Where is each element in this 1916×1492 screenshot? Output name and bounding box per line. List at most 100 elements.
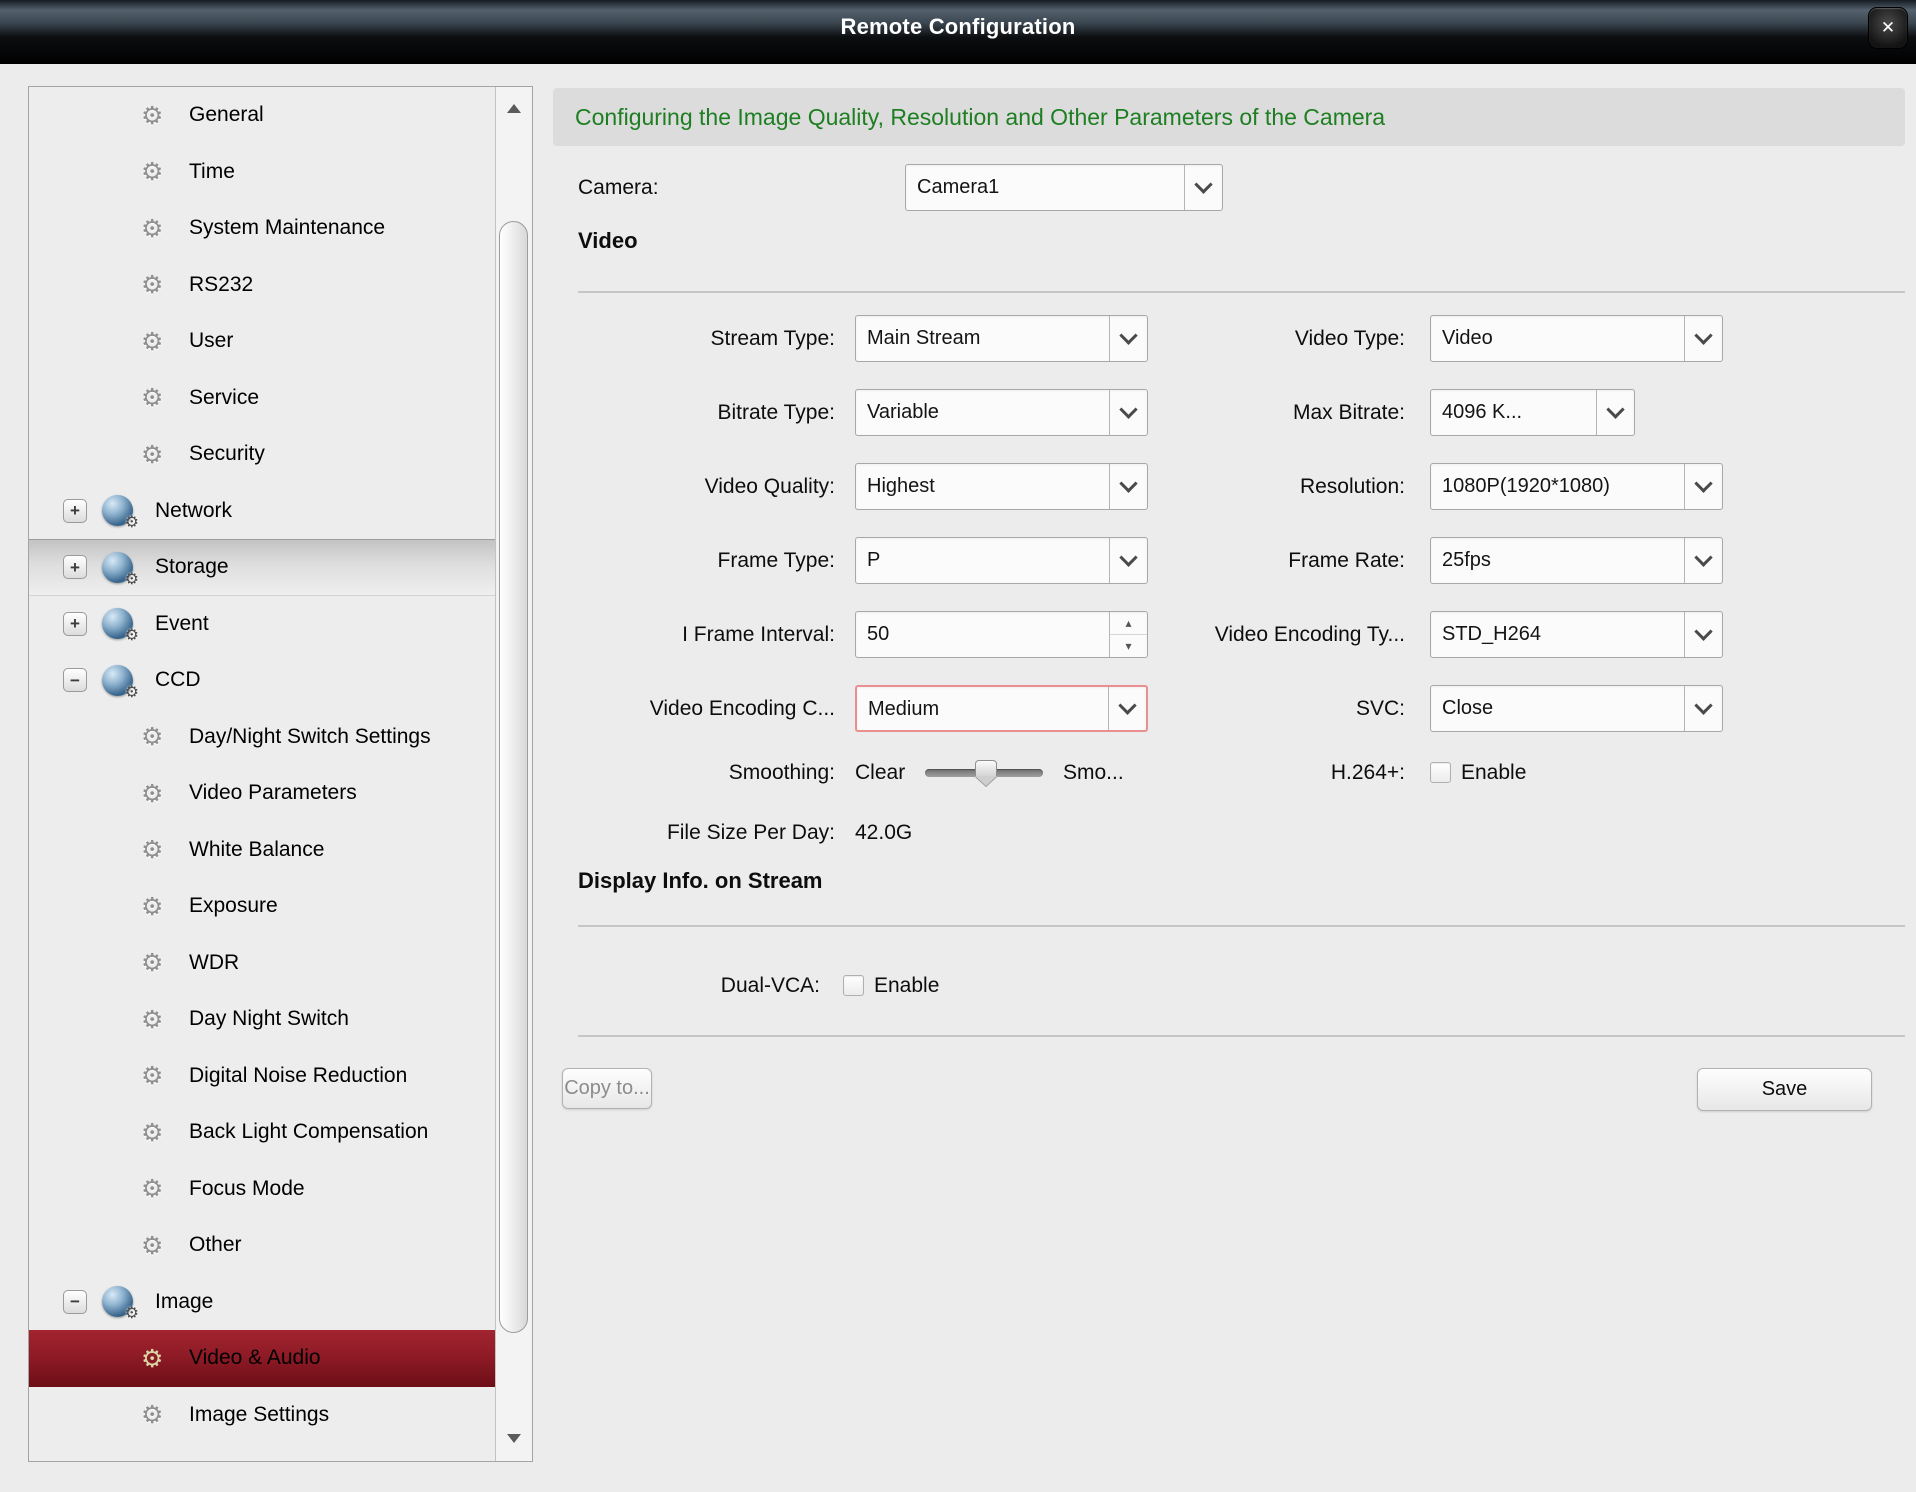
save-button[interactable]: Save <box>1697 1068 1872 1111</box>
chevron-down-icon <box>1684 612 1722 657</box>
sidebar-item-video-audio-selected[interactable]: ⚙ Video & Audio <box>29 1330 495 1387</box>
form-row: Video Quality: Highest Resolution: 1080P… <box>0 463 1916 510</box>
gear-icon: ⚙ <box>141 1344 189 1373</box>
gear-icon: ⚙ <box>141 1005 189 1034</box>
sidebar-item-image-settings[interactable]: ⚙ Image Settings <box>29 1387 495 1444</box>
sidebar-item-general[interactable]: ⚙ General <box>29 87 495 144</box>
dual-vca-row: Dual-VCA: Enable <box>0 962 1916 1009</box>
gear-icon: ⚙ <box>141 1174 189 1203</box>
video-type-select[interactable]: Video <box>1430 315 1723 362</box>
close-icon: ✕ <box>1881 18 1895 38</box>
smoothing-label: Smoothing: <box>553 749 835 796</box>
display-info-title: Display Info. on Stream <box>578 868 823 894</box>
titlebar: Remote Configuration ✕ <box>0 0 1916 64</box>
form-row: Frame Type: P Frame Rate: 25fps <box>0 537 1916 584</box>
sidebar-item-label: General <box>189 103 264 127</box>
h264plus-enable-group: Enable <box>1430 749 1526 796</box>
sidebar-item-image[interactable]: − ⚙ Image <box>29 1274 495 1331</box>
h264plus-enable-checkbox[interactable] <box>1430 762 1451 783</box>
camera-row: Camera: Camera1 <box>0 164 1916 211</box>
dual-vca-label: Dual-VCA: <box>553 962 820 1009</box>
form-row: Bitrate Type: Variable Max Bitrate: 4096… <box>0 389 1916 436</box>
resolution-select[interactable]: 1080P(1920*1080) <box>1430 463 1723 510</box>
sidebar-item-label: Back Light Compensation <box>189 1120 428 1144</box>
video-encoding-type-select[interactable]: STD_H264 <box>1430 611 1723 658</box>
divider <box>578 925 1905 927</box>
collapse-minus-button[interactable]: − <box>63 1290 87 1314</box>
form-row: Smoothing: Clear Smo... H.264+: Enable <box>0 749 1916 796</box>
stream-type-label: Stream Type: <box>553 315 835 362</box>
file-size-value: 42.0G <box>855 809 912 856</box>
mini-gear-icon: ⚙ <box>125 512 139 531</box>
video-quality-label: Video Quality: <box>553 463 835 510</box>
gear-icon: ⚙ <box>141 892 189 921</box>
camera-select-value: Camera1 <box>906 165 1184 210</box>
sidebar-item-label: RS232 <box>189 273 253 297</box>
i-frame-interval-label: I Frame Interval: <box>553 611 835 658</box>
gear-icon: ⚙ <box>141 1061 189 1090</box>
chevron-down-icon <box>1684 538 1722 583</box>
scroll-up-button[interactable] <box>496 95 532 121</box>
dual-vca-enable-label: Enable <box>874 974 939 998</box>
chevron-down-icon <box>1684 316 1722 361</box>
gear-icon: ⚙ <box>141 1118 189 1147</box>
scroll-down-button[interactable] <box>496 1425 532 1451</box>
mini-gear-icon: ⚙ <box>125 1303 139 1322</box>
frame-rate-label: Frame Rate: <box>1100 537 1405 584</box>
video-encoding-type-label: Video Encoding Ty... <box>1100 611 1405 658</box>
sidebar-item-label: Exposure <box>189 894 278 918</box>
gear-icon: ⚙ <box>141 214 189 243</box>
sidebar-item-label: Video & Audio <box>189 1346 321 1370</box>
gear-icon: ⚙ <box>141 270 189 299</box>
sidebar-item-label: Day Night Switch <box>189 1007 349 1031</box>
sidebar-item-label: Focus Mode <box>189 1177 305 1201</box>
svc-select[interactable]: Close <box>1430 685 1723 732</box>
sidebar-item-label: System Maintenance <box>189 216 385 240</box>
dual-vca-enable-group: Enable <box>843 962 939 1009</box>
dual-vca-enable-checkbox[interactable] <box>843 975 864 996</box>
sidebar-item-label: Video Display <box>189 1459 317 1461</box>
form-row: File Size Per Day: 42.0G <box>0 809 1916 856</box>
chevron-down-icon <box>1684 464 1722 509</box>
sidebar-item-video-display[interactable]: ⚙ Video Display <box>29 1443 495 1461</box>
sidebar-item-other[interactable]: ⚙ Other <box>29 1217 495 1274</box>
form-row: Video Encoding C... Medium SVC: Close <box>0 685 1916 732</box>
divider <box>578 1035 1905 1037</box>
window-title: Remote Configuration <box>0 14 1916 40</box>
frame-type-label: Frame Type: <box>553 537 835 584</box>
smoothing-slider[interactable] <box>925 769 1043 777</box>
sidebar-item-label: Other <box>189 1233 242 1257</box>
video-encoding-complexity-label: Video Encoding C... <box>553 685 835 732</box>
sidebar-item-digital-noise-reduction[interactable]: ⚙ Digital Noise Reduction <box>29 1048 495 1105</box>
sidebar-item-focus-mode[interactable]: ⚙ Focus Mode <box>29 1161 495 1218</box>
svc-label: SVC: <box>1100 685 1405 732</box>
gear-icon: ⚙ <box>141 101 189 130</box>
divider <box>578 291 1905 293</box>
sidebar-item-label: Digital Noise Reduction <box>189 1064 407 1088</box>
triangle-down-icon <box>507 1434 521 1443</box>
gear-icon: ⚙ <box>141 1400 189 1429</box>
sidebar-item-label: Image Settings <box>189 1403 329 1427</box>
video-section-title: Video <box>578 228 638 254</box>
video-type-label: Video Type: <box>1100 315 1405 362</box>
max-bitrate-select[interactable]: 4096 K... <box>1430 389 1635 436</box>
max-bitrate-label: Max Bitrate: <box>1100 389 1405 436</box>
category-globe-icon: ⚙ <box>102 1286 133 1317</box>
info-banner: Configuring the Image Quality, Resolutio… <box>553 88 1905 146</box>
gear-icon: ⚙ <box>141 1231 189 1260</box>
close-button[interactable]: ✕ <box>1868 7 1908 49</box>
sidebar-item-rs232[interactable]: ⚙ RS232 <box>29 257 495 314</box>
copy-to-button[interactable]: Copy to... <box>562 1068 652 1109</box>
camera-select[interactable]: Camera1 <box>905 164 1223 211</box>
h264plus-enable-label: Enable <box>1461 761 1526 785</box>
gear-icon: ⚙ <box>141 1457 189 1461</box>
sidebar-item-back-light-compensation[interactable]: ⚙ Back Light Compensation <box>29 1104 495 1161</box>
h264plus-label: H.264+: <box>1100 749 1405 796</box>
slider-thumb[interactable] <box>975 760 997 786</box>
chevron-down-icon <box>1184 165 1222 210</box>
sidebar-item-exposure[interactable]: ⚙ Exposure <box>29 878 495 935</box>
file-size-label: File Size Per Day: <box>553 809 835 856</box>
camera-label: Camera: <box>578 164 659 211</box>
chevron-down-icon <box>1684 686 1722 731</box>
frame-rate-select[interactable]: 25fps <box>1430 537 1723 584</box>
